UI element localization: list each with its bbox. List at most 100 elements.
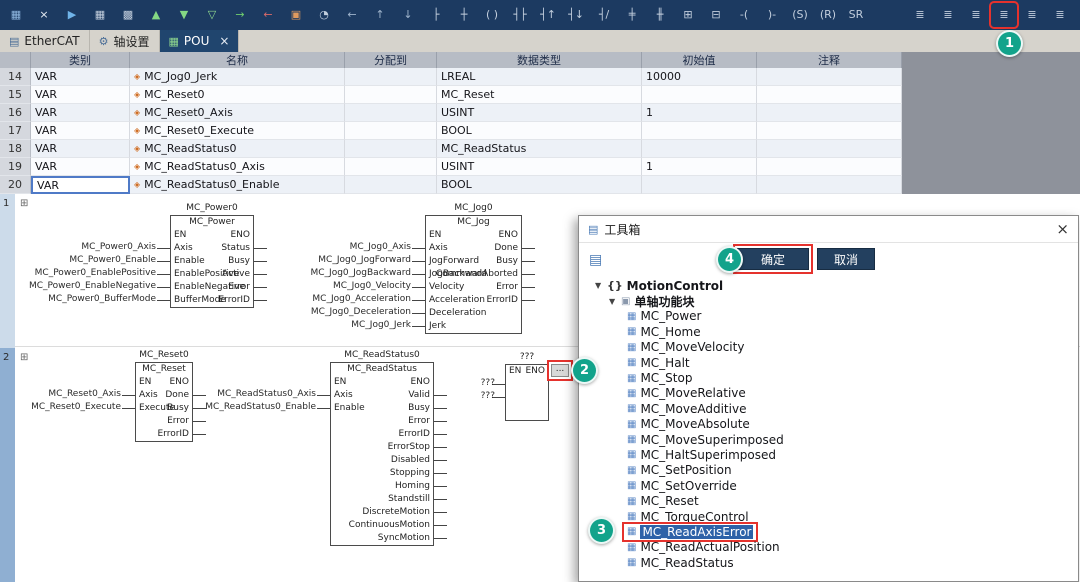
cell-assigned[interactable] <box>345 140 437 158</box>
tree-group-row[interactable]: ▼ ▣ 单轴功能块 <box>587 293 1076 309</box>
insert-coil-icon[interactable]: ( ) <box>480 4 504 26</box>
cell-initvalue[interactable]: 1 <box>642 158 757 176</box>
tree-item-wrap[interactable]: ▦ MC_ReadAxisError <box>621 521 759 542</box>
fb-mc-readstatus0[interactable]: MC_ReadStatus0 MC_ReadStatus EN ENO Axis… <box>317 350 448 546</box>
toolbox-tree-item[interactable]: ▦ MC_Power <box>587 309 1076 324</box>
nav-down-icon[interactable]: ↓ <box>396 4 420 26</box>
wire-label[interactable]: MC_Power0_EnablePositive <box>10 267 156 280</box>
cell-comment[interactable] <box>757 122 902 140</box>
close-branch-icon[interactable]: )- <box>760 4 784 26</box>
insert-network-icon[interactable]: ├ <box>424 4 448 26</box>
row-number[interactable]: 20 <box>0 176 31 194</box>
wire-label[interactable]: MC_Jog0_Jerk <box>262 319 411 332</box>
cell-initvalue[interactable] <box>642 86 757 104</box>
wire-label[interactable]: MC_Reset0_Axis <box>10 388 121 401</box>
toolbox-tree-item[interactable]: ▦ MC_MoveVelocity <box>587 340 1076 355</box>
chevron-down-icon[interactable]: ▼ <box>595 281 607 290</box>
row-number[interactable]: 19 <box>0 158 31 176</box>
tree-item-wrap[interactable]: ▦ MC_Power <box>625 309 703 323</box>
tab-close-icon[interactable]: × <box>219 34 229 48</box>
tab-ethercat[interactable]: ▤ EtherCAT <box>0 30 90 52</box>
col-header-assigned[interactable]: 分配到 <box>345 52 437 68</box>
row-number[interactable]: 15 <box>0 86 31 104</box>
fb-mc-power0[interactable]: MC_Power0 MC_Power EN ENO Axis Status En… <box>156 203 267 308</box>
tree-item-wrap[interactable]: ▦ MC_ReadActualPosition <box>625 540 782 554</box>
table-row[interactable]: 15 VAR ◈ MC_Reset0 MC_Reset <box>0 86 902 104</box>
insert-fb-icon[interactable]: ⊞ <box>676 4 700 26</box>
dialog-title-bar[interactable]: ▤ 工具箱 × <box>579 216 1078 243</box>
cell-datatype[interactable]: BOOL <box>437 176 642 194</box>
view-table-icon[interactable]: ≣ <box>964 4 988 26</box>
parallel-contact-icon[interactable]: ╪ <box>620 4 644 26</box>
insert-network-below-icon[interactable]: ┼ <box>452 4 476 26</box>
toolbox-tree-item[interactable]: ▦ MC_MoveRelative <box>587 386 1076 401</box>
measure-icon[interactable]: ◔ <box>312 4 336 26</box>
toolbox-tree-item[interactable]: ▦ MC_Home <box>587 324 1076 339</box>
tree-item-wrap[interactable]: ▦ MC_SetOverride <box>625 479 739 493</box>
cell-assigned[interactable] <box>345 158 437 176</box>
table-row[interactable]: 19 VAR ◈ MC_ReadStatus0_Axis USINT 1 <box>0 158 902 176</box>
run-device-icon[interactable]: ▶ <box>60 4 84 26</box>
table-row[interactable]: 14 VAR ◈ MC_Jog0_Jerk LREAL 10000 <box>0 68 902 86</box>
wire-label[interactable]: MC_Jog0_Velocity <box>262 280 411 293</box>
contact-rising-icon[interactable]: ┤↑ <box>536 4 560 26</box>
tree-item-wrap[interactable]: ▦ MC_SetPosition <box>625 463 734 477</box>
tree-item-wrap[interactable]: ▦ MC_MoveSuperimposed <box>625 433 786 447</box>
cell-comment[interactable] <box>757 176 902 194</box>
tree-item-wrap[interactable]: ▦ MC_Reset <box>625 494 701 508</box>
tree-item-wrap[interactable]: ▦ MC_MoveAbsolute <box>625 417 752 431</box>
toolbox-tree-item[interactable]: ▦ MC_SetPosition <box>587 463 1076 478</box>
ok-button[interactable]: 确定 <box>733 244 813 274</box>
tree-item-wrap[interactable]: ▦ MC_MoveAdditive <box>625 402 748 416</box>
wire-label[interactable]: MC_Power0_Axis <box>10 241 156 254</box>
rung-gutter-selected[interactable] <box>0 348 15 582</box>
cell-category[interactable]: VAR <box>31 104 130 122</box>
cell-datatype[interactable]: USINT <box>437 158 642 176</box>
cell-datatype[interactable]: BOOL <box>437 122 642 140</box>
tree-item-wrap[interactable]: ▦ MC_TorqueControl <box>625 510 751 524</box>
archive-up-icon[interactable]: ▲ <box>144 4 168 26</box>
open-branch-icon[interactable]: -( <box>732 4 756 26</box>
logout-icon[interactable]: ← <box>256 4 280 26</box>
cell-category[interactable]: VAR <box>31 140 130 158</box>
cell-datatype[interactable]: MC_Reset <box>437 86 642 104</box>
cell-comment[interactable] <box>757 140 902 158</box>
view-help-icon[interactable]: ≣ <box>1048 4 1072 26</box>
col-header-datatype[interactable]: 数据类型 <box>437 52 642 68</box>
cell-comment[interactable] <box>757 68 902 86</box>
close-editor-icon[interactable]: × <box>32 4 56 26</box>
row-number[interactable]: 17 <box>0 122 31 140</box>
cell-datatype[interactable]: LREAL <box>437 68 642 86</box>
parallel-negated-icon[interactable]: ╫ <box>648 4 672 26</box>
insert-empty-fb-icon[interactable]: ⊟ <box>704 4 728 26</box>
toolbox-tree-item[interactable]: ▦ MC_ReadActualPosition <box>587 540 1076 555</box>
wire-label[interactable]: MC_Power0_Enable <box>10 254 156 267</box>
col-header-category[interactable]: 类别 <box>31 52 130 68</box>
toolbox-tree-item[interactable]: ▦ MC_ReadStatus <box>587 555 1076 570</box>
toolbox-tree-item[interactable]: ▦ MC_Halt <box>587 355 1076 370</box>
cell-datatype[interactable]: USINT <box>437 104 642 122</box>
cell-initvalue[interactable]: 10000 <box>642 68 757 86</box>
tree-item-wrap[interactable]: ▦ MC_ReadStatus <box>625 556 736 570</box>
login-icon[interactable]: → <box>228 4 252 26</box>
cell-name[interactable]: ◈ MC_Reset0_Execute <box>130 122 345 140</box>
cancel-button[interactable]: 取消 <box>817 248 875 270</box>
col-header-initvalue[interactable]: 初始值 <box>642 52 757 68</box>
cell-category[interactable]: VAR <box>31 68 130 86</box>
cell-assigned[interactable] <box>345 122 437 140</box>
grid-open-icon[interactable]: ▦ <box>88 4 112 26</box>
col-header-name[interactable]: 名称 <box>130 52 345 68</box>
toolbox-tree-item[interactable]: ▦ MC_MoveAbsolute <box>587 417 1076 432</box>
toolbox-tree-item[interactable]: ▦ MC_Reset <box>587 493 1076 508</box>
toolbox-tree-item[interactable]: ▦ MC_MoveAdditive <box>587 401 1076 416</box>
wire-label[interactable]: MC_Reset0_Execute <box>10 401 121 414</box>
toolbox-tree-item[interactable]: ▦ MC_TorqueControl <box>587 509 1076 524</box>
cell-name[interactable]: ◈ MC_ReadStatus0_Axis <box>130 158 345 176</box>
table-row[interactable]: 16 VAR ◈ MC_Reset0_Axis USINT 1 <box>0 104 902 122</box>
nav-up-icon[interactable]: ↑ <box>368 4 392 26</box>
reset-coil-icon[interactable]: (R) <box>816 4 840 26</box>
cell-initvalue[interactable] <box>642 176 757 194</box>
sr-block-icon[interactable]: SR <box>844 4 868 26</box>
cell-name[interactable]: ◈ MC_ReadStatus0 <box>130 140 345 158</box>
table-row[interactable]: 17 VAR ◈ MC_Reset0_Execute BOOL <box>0 122 902 140</box>
